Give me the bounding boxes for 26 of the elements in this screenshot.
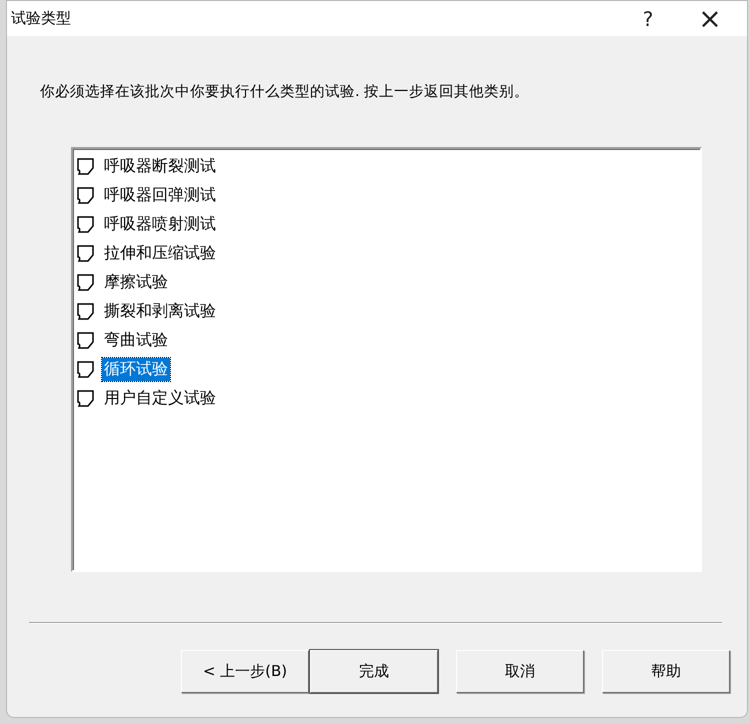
test-type-item[interactable]: 弯曲试验 xyxy=(102,329,170,352)
document-icon xyxy=(76,244,95,263)
test-type-item[interactable]: 拉伸和压缩试验 xyxy=(102,242,218,265)
document-icon xyxy=(76,360,95,379)
document-icon xyxy=(76,215,95,234)
finish-button[interactable]: 完成 xyxy=(310,650,438,693)
test-type-item[interactable]: 用户自定义试验 xyxy=(102,387,218,410)
document-icon xyxy=(76,389,95,408)
test-type-item[interactable]: 呼吸器断裂测试 xyxy=(102,155,218,178)
instruction-text: 你必须选择在该批次中你要执行什么类型的试验. 按上一步返回其他类别。 xyxy=(40,83,530,101)
document-icon xyxy=(76,302,95,321)
back-button[interactable]: < 上一步(B) xyxy=(181,650,309,693)
test-type-item[interactable]: 呼吸器回弹测试 xyxy=(102,184,218,207)
test-type-item[interactable]: 循环试验 xyxy=(102,358,170,381)
document-icon xyxy=(76,186,95,205)
document-icon xyxy=(76,331,95,350)
help-button[interactable]: ? xyxy=(617,1,679,36)
test-type-item[interactable]: 呼吸器喷射测试 xyxy=(102,213,218,236)
cancel-button[interactable]: 取消 xyxy=(456,650,584,693)
test-type-item[interactable]: 撕裂和剥离试验 xyxy=(102,300,218,323)
document-icon xyxy=(76,273,95,292)
help-dialog-button[interactable]: 帮助 xyxy=(602,650,730,693)
window-title: 试验类型 xyxy=(11,9,72,28)
test-type-item[interactable]: 摩擦试验 xyxy=(102,271,170,294)
document-icon xyxy=(76,157,95,176)
close-button[interactable]: × xyxy=(679,1,741,36)
